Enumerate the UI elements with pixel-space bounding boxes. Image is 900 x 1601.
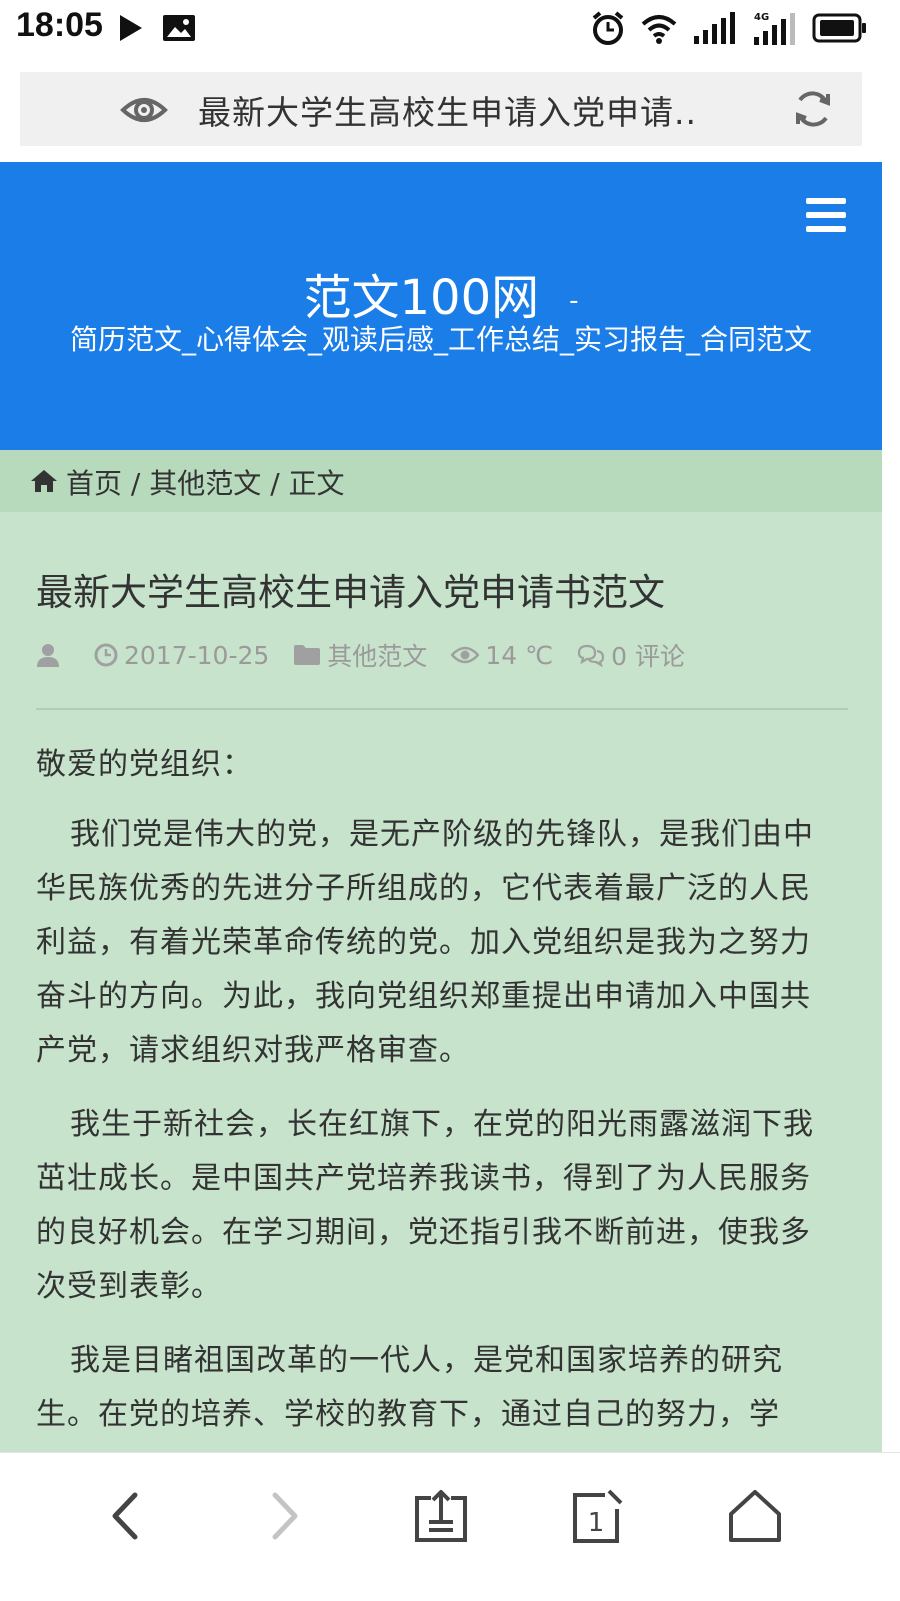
share-icon <box>415 1490 467 1542</box>
network-label: 4G <box>754 12 769 23</box>
chevron-left-icon <box>112 1492 138 1540</box>
status-left-icons <box>118 10 196 46</box>
article-paragraph: 我们党是伟大的党，是无产阶级的先锋队，是我们由中华民族优秀的先进分子所组成的，它… <box>36 817 814 1068</box>
meta-divider <box>36 708 848 710</box>
battery-icon <box>812 13 866 43</box>
signal-4g-icon: 4G <box>754 12 795 45</box>
breadcrumb-current: 正文 <box>288 467 345 500</box>
breadcrumb-home-link[interactable]: 首页 <box>66 467 122 500</box>
tabs-icon: 1 <box>573 1489 623 1543</box>
home-button[interactable] <box>720 1481 790 1551</box>
site-subtitle: 简历范文_心得体会_观读后感_工作总结_实习报告_合同范文 <box>69 323 812 356</box>
meta-category[interactable]: 其他范文 <box>293 637 427 673</box>
status-time: 18:05 <box>16 6 103 44</box>
meta-views-text: 14 ℃ <box>485 640 554 670</box>
user-icon <box>37 644 59 667</box>
share-button[interactable] <box>406 1481 476 1551</box>
breadcrumb: 首页 / 其他范文 / 正文 <box>0 450 882 512</box>
meta-comments[interactable]: 0 评论 <box>577 637 685 673</box>
menu-icon[interactable] <box>806 198 846 234</box>
meta-comments-text[interactable]: 0 评论 <box>611 637 685 673</box>
browser-bottom-nav: 1 <box>0 1452 900 1601</box>
article-meta: 2017-10-25 其他范文 14 ℃ 0 评论 <box>36 638 709 672</box>
article-paragraph: 我是目睹祖国改革的一代人，是党和国家培养的研究生。在党的培养、学校的教育下，通过… <box>36 1343 783 1432</box>
play-icon <box>120 15 142 41</box>
meta-author[interactable] <box>36 642 66 668</box>
site-title-suffix: - <box>569 286 579 316</box>
article-greeting: 敬爱的党组织： <box>36 747 253 782</box>
home-outline-icon <box>729 1490 781 1542</box>
back-button[interactable] <box>90 1481 160 1551</box>
forward-button[interactable] <box>250 1481 320 1551</box>
tab-count: 1 <box>588 1508 605 1538</box>
meta-date-text: 2017-10-25 <box>124 640 270 670</box>
article-paragraph: 我生于新社会，长在红旗下，在党的阳光雨露滋润下我茁壮成长。是中国共产党培养我读书… <box>36 1107 814 1304</box>
page-gutter <box>882 162 900 1452</box>
url-title[interactable]: 最新大学生高校生申请入党申请.. <box>198 86 697 134</box>
status-bar: 18:05 4G <box>0 0 900 56</box>
image-notification-icon <box>163 15 195 41</box>
signal-icon <box>694 12 735 44</box>
tabs-button[interactable]: 1 <box>562 1481 632 1551</box>
eye-icon <box>451 646 480 664</box>
breadcrumb-separator: / <box>270 467 280 500</box>
article-content: 最新大学生高校生申请入党申请书范文 2017-10-25 其他范文 14 ℃ 0… <box>0 512 882 1452</box>
breadcrumb-category-link[interactable]: 其他范文 <box>149 467 261 500</box>
breadcrumb-trail: 首页 / 其他范文 / 正文 <box>66 462 345 502</box>
url-bar[interactable]: 最新大学生高校生申请入党申请.. <box>20 72 862 146</box>
chevron-right-icon <box>272 1492 298 1540</box>
comments-icon <box>578 644 605 667</box>
home-icon[interactable] <box>30 468 58 494</box>
wifi-icon <box>641 15 677 44</box>
reader-eye-icon[interactable] <box>120 90 168 130</box>
article-title: 最新大学生高校生申请入党申请书范文 <box>36 571 665 614</box>
folder-icon <box>294 645 321 665</box>
meta-category-text[interactable]: 其他范文 <box>327 637 427 673</box>
alarm-icon <box>592 11 624 45</box>
reload-icon[interactable] <box>792 88 834 130</box>
status-right-icons: 4G <box>590 8 868 48</box>
breadcrumb-separator: / <box>130 467 141 500</box>
meta-date: 2017-10-25 <box>94 641 269 670</box>
clock-icon <box>94 643 118 667</box>
article-body: 敬爱的党组织： 我们党是伟大的党，是无产阶级的先锋队，是我们由中华民族优秀的先进… <box>36 738 832 1452</box>
site-header: 范文100网 - 简历范文_心得体会_观读后感_工作总结_实习报告_合同范文 <box>0 162 882 450</box>
meta-views: 14 ℃ <box>451 641 553 670</box>
